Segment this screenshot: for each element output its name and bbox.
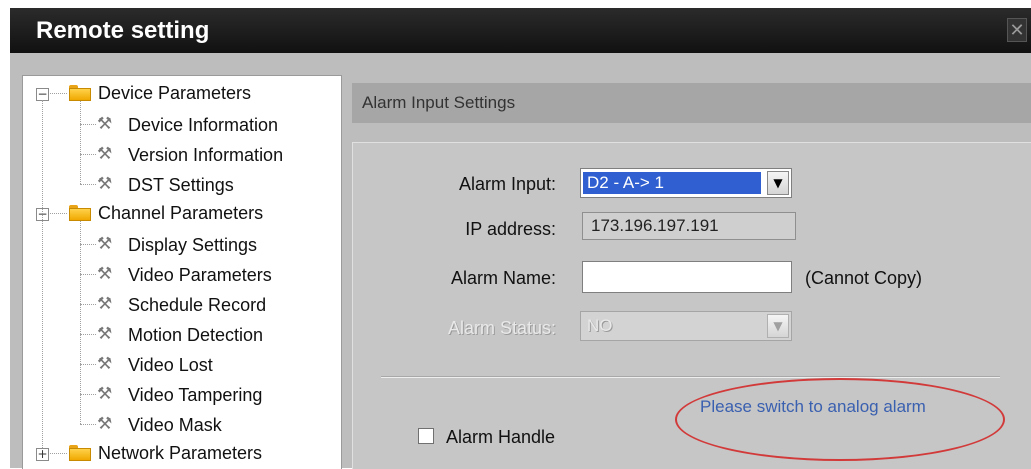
tree-connector	[80, 424, 96, 425]
tree-item-label: Version Information	[128, 145, 284, 165]
tree-item[interactable]: ⚒ Video Mask	[23, 409, 341, 437]
tree-connector	[80, 154, 96, 155]
tree-item-label: Video Tampering	[128, 385, 263, 405]
alarm-input-select[interactable]: D2 - A-> 1 ▼	[580, 168, 792, 198]
tree-item[interactable]: ⚒ Motion Detection	[23, 319, 341, 347]
tree-connector	[80, 124, 96, 125]
tree-item-label: Device Information	[128, 115, 279, 135]
tree-item-label: Video Parameters	[128, 265, 272, 285]
tree-item-label: Motion Detection	[128, 325, 264, 345]
tree-item[interactable]: ⚒ Schedule Record	[23, 289, 341, 317]
wrench-icon: ⚒	[97, 294, 113, 314]
folder-icon	[69, 205, 91, 221]
tree-group-label: Channel Parameters	[98, 203, 264, 223]
wrench-icon: ⚒	[97, 384, 113, 404]
tree-item[interactable]: ⚒ Video Lost	[23, 349, 341, 377]
wrench-icon: ⚒	[97, 174, 113, 194]
tree-item-label: Video Lost	[128, 355, 213, 375]
tree-item-label: Display Settings	[128, 235, 258, 255]
annotation-ellipse	[675, 378, 1005, 461]
cannot-copy-note: (Cannot Copy)	[805, 268, 923, 288]
tree-connector	[80, 244, 96, 245]
tree-item-label: Schedule Record	[128, 295, 267, 315]
settings-tree: − Device Parameters ⚒ Device Information ⚒ Ve…	[22, 75, 342, 469]
wrench-icon: ⚒	[97, 414, 113, 434]
tree-connector	[80, 221, 81, 424]
ip-address-field: 173.196.197.191	[582, 212, 796, 240]
alarm-status-select[interactable]: NO ▼	[580, 311, 792, 341]
alarm-input-value: D2 - A-> 1	[583, 172, 761, 194]
tree-connector	[50, 213, 67, 214]
tree-connector	[42, 100, 43, 448]
tree-item[interactable]: ⚒ Device Information	[23, 109, 341, 137]
chevron-down-icon[interactable]: ▼	[767, 314, 789, 338]
expand-icon[interactable]: +	[36, 448, 49, 461]
tree-connector	[80, 364, 96, 365]
wrench-icon: ⚒	[97, 354, 113, 374]
tree-connector	[50, 93, 67, 94]
title-bar: Remote setting ✕	[10, 8, 1031, 53]
tree-connector	[80, 184, 96, 185]
close-icon[interactable]: ✕	[1007, 18, 1027, 42]
tree-group[interactable]: − Channel Parameters	[23, 199, 341, 227]
wrench-icon: ⚒	[97, 114, 113, 134]
tree-group[interactable]: − Device Parameters	[23, 79, 341, 107]
tree-item[interactable]: ⚒ Display Settings	[23, 229, 341, 257]
wrench-icon: ⚒	[97, 234, 113, 254]
panel-header: Alarm Input Settings	[352, 83, 1031, 123]
alarm-name-label: Alarm Name:	[450, 268, 556, 288]
folder-icon	[69, 445, 91, 461]
tree-connector	[80, 304, 96, 305]
tree-group[interactable]: + Network Parameters	[23, 439, 341, 467]
tree-connector	[80, 274, 96, 275]
tree-item[interactable]: ⚒ DST Settings	[23, 169, 341, 197]
chevron-down-icon[interactable]: ▼	[767, 171, 789, 195]
tree-item[interactable]: ⚒ Video Parameters	[23, 259, 341, 287]
panel-title: Alarm Input Settings	[362, 93, 516, 112]
alarm-name-input[interactable]	[582, 261, 792, 293]
tree-connector	[80, 394, 96, 395]
tree-group-label: Device Parameters	[98, 83, 252, 103]
divider	[381, 376, 1000, 378]
alarm-status-label: Alarm Status:	[447, 318, 556, 338]
alarm-status-value: NO	[587, 316, 613, 335]
alarm-handle-checkbox[interactable]	[418, 428, 434, 444]
alarm-handle-label: Alarm Handle	[446, 427, 556, 447]
tree-item[interactable]: ⚒ Video Tampering	[23, 379, 341, 407]
tree-group-label: Network Parameters	[98, 443, 263, 463]
tree-connector	[50, 453, 67, 454]
wrench-icon: ⚒	[97, 144, 113, 164]
window-title: Remote setting	[36, 17, 210, 44]
tree-item[interactable]: ⚒ Version Information	[23, 139, 341, 167]
tree-connector	[80, 334, 96, 335]
wrench-icon: ⚒	[97, 264, 113, 284]
ip-address-label: IP address:	[465, 219, 556, 239]
folder-icon	[69, 85, 91, 101]
tree-item-label: DST Settings	[128, 175, 234, 195]
tree-item-label: Video Mask	[128, 415, 222, 435]
alarm-input-label: Alarm Input:	[458, 174, 556, 194]
wrench-icon: ⚒	[97, 324, 113, 344]
tree-connector	[80, 101, 81, 184]
